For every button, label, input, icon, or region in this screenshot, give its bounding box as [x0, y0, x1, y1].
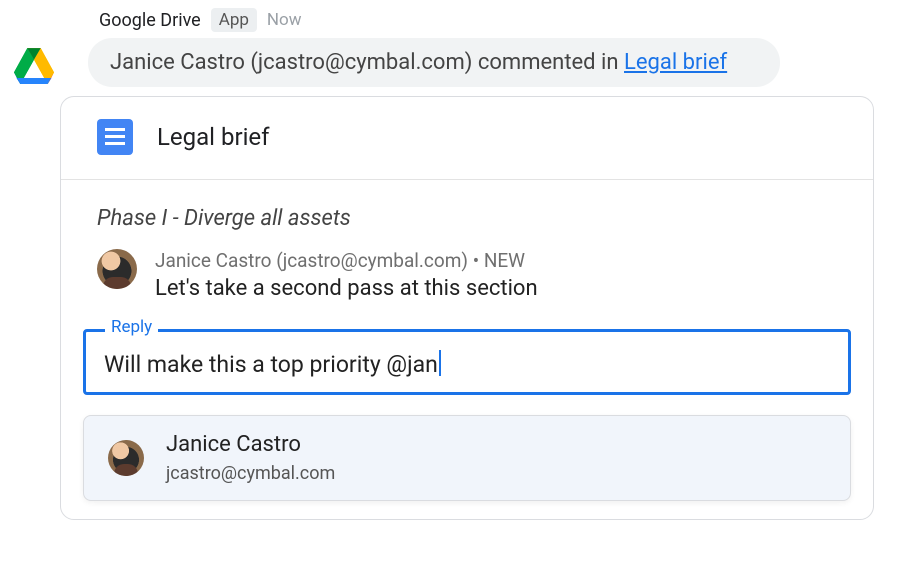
- mention-suggestion[interactable]: Janice Castro jcastro@cymbal.com: [83, 415, 851, 501]
- source-name: Google Drive: [99, 10, 201, 31]
- app-badge: App: [211, 8, 257, 32]
- suggestion-name: Janice Castro: [166, 432, 335, 457]
- text-caret: [439, 350, 441, 376]
- google-drive-icon: [14, 48, 54, 88]
- comment-author-line: Janice Castro (jcastro@cymbal.com) • NEW: [155, 249, 538, 272]
- google-docs-icon: [97, 119, 133, 155]
- card-header: Legal brief: [61, 97, 873, 180]
- notification-summary: Janice Castro (jcastro@cymbal.com) comme…: [88, 38, 780, 87]
- notification-header: Google Drive App Now: [99, 8, 302, 32]
- reply-input[interactable]: Will make this a top priority @jan: [83, 329, 851, 395]
- suggestion-email: jcastro@cymbal.com: [166, 463, 335, 484]
- avatar: [97, 249, 137, 289]
- comment-context-text: Phase I - Diverge all assets: [61, 180, 873, 239]
- avatar: [108, 440, 144, 476]
- timestamp: Now: [267, 10, 302, 30]
- reply-field[interactable]: Reply Will make this a top priority @jan: [83, 329, 851, 395]
- comment-body: Let's take a second pass at this section: [155, 276, 538, 301]
- summary-text: Janice Castro (jcastro@cymbal.com) comme…: [110, 50, 624, 75]
- comment-card: Legal brief Phase I - Diverge all assets…: [60, 96, 874, 520]
- comment-block: Janice Castro (jcastro@cymbal.com) • NEW…: [61, 239, 873, 305]
- document-link[interactable]: Legal brief: [624, 50, 727, 75]
- reply-value: Will make this a top priority @jan: [104, 351, 438, 378]
- document-title[interactable]: Legal brief: [157, 123, 270, 151]
- reply-label: Reply: [105, 317, 158, 337]
